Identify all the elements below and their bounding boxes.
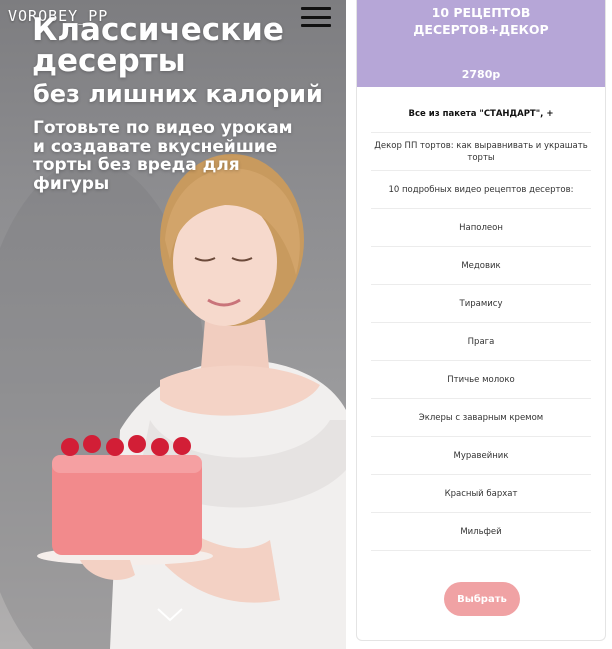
package-title-line2: ДЕСЕРТОВ+ДЕКОР <box>413 22 549 37</box>
package-title-line1: 10 РЕЦЕПТОВ <box>431 5 531 20</box>
feature-item: Декор ПП тортов: как выравнивать и украш… <box>371 133 591 171</box>
pricing-card: 10 РЕЦЕПТОВ ДЕСЕРТОВ+ДЕКОР 2780р Все из … <box>356 0 606 641</box>
feature-item: Наполеон <box>371 209 591 247</box>
feature-item: Медовик <box>371 247 591 285</box>
package-price: 2780р <box>461 68 501 81</box>
feature-item: Муравейник <box>371 437 591 475</box>
hero-section: VOROBEY_PP Классические десерты без лишн… <box>0 0 346 649</box>
feature-item: Красный бархат <box>371 475 591 513</box>
hero-title: Классические десерты <box>32 15 284 77</box>
hero-title-line2: десерты <box>32 43 186 79</box>
feature-item: Птичье молоко <box>371 361 591 399</box>
feature-list: Все из пакета "СТАНДАРТ", + Декор ПП тор… <box>357 95 605 551</box>
feature-item: Мильфей <box>371 513 591 551</box>
chevron-down-icon[interactable] <box>156 607 184 623</box>
feature-item: Все из пакета "СТАНДАРТ", + <box>371 95 591 133</box>
package-title: 10 РЕЦЕПТОВ ДЕСЕРТОВ+ДЕКОР <box>357 4 605 38</box>
feature-item: 10 подробных видео рецептов десертов: <box>371 171 591 209</box>
feature-item: Прага <box>371 323 591 361</box>
hero-subtitle: без лишних калорий <box>33 80 323 108</box>
hero-description: Готовьте по видео урокам и создавате вку… <box>33 118 293 194</box>
select-package-button[interactable]: Выбрать <box>444 582 520 616</box>
feature-item: Эклеры с заварным кремом <box>371 399 591 437</box>
pricing-card-header: 10 РЕЦЕПТОВ ДЕСЕРТОВ+ДЕКОР 2780р <box>357 0 605 87</box>
hamburger-menu-icon[interactable] <box>301 7 331 27</box>
feature-item: Тирамису <box>371 285 591 323</box>
